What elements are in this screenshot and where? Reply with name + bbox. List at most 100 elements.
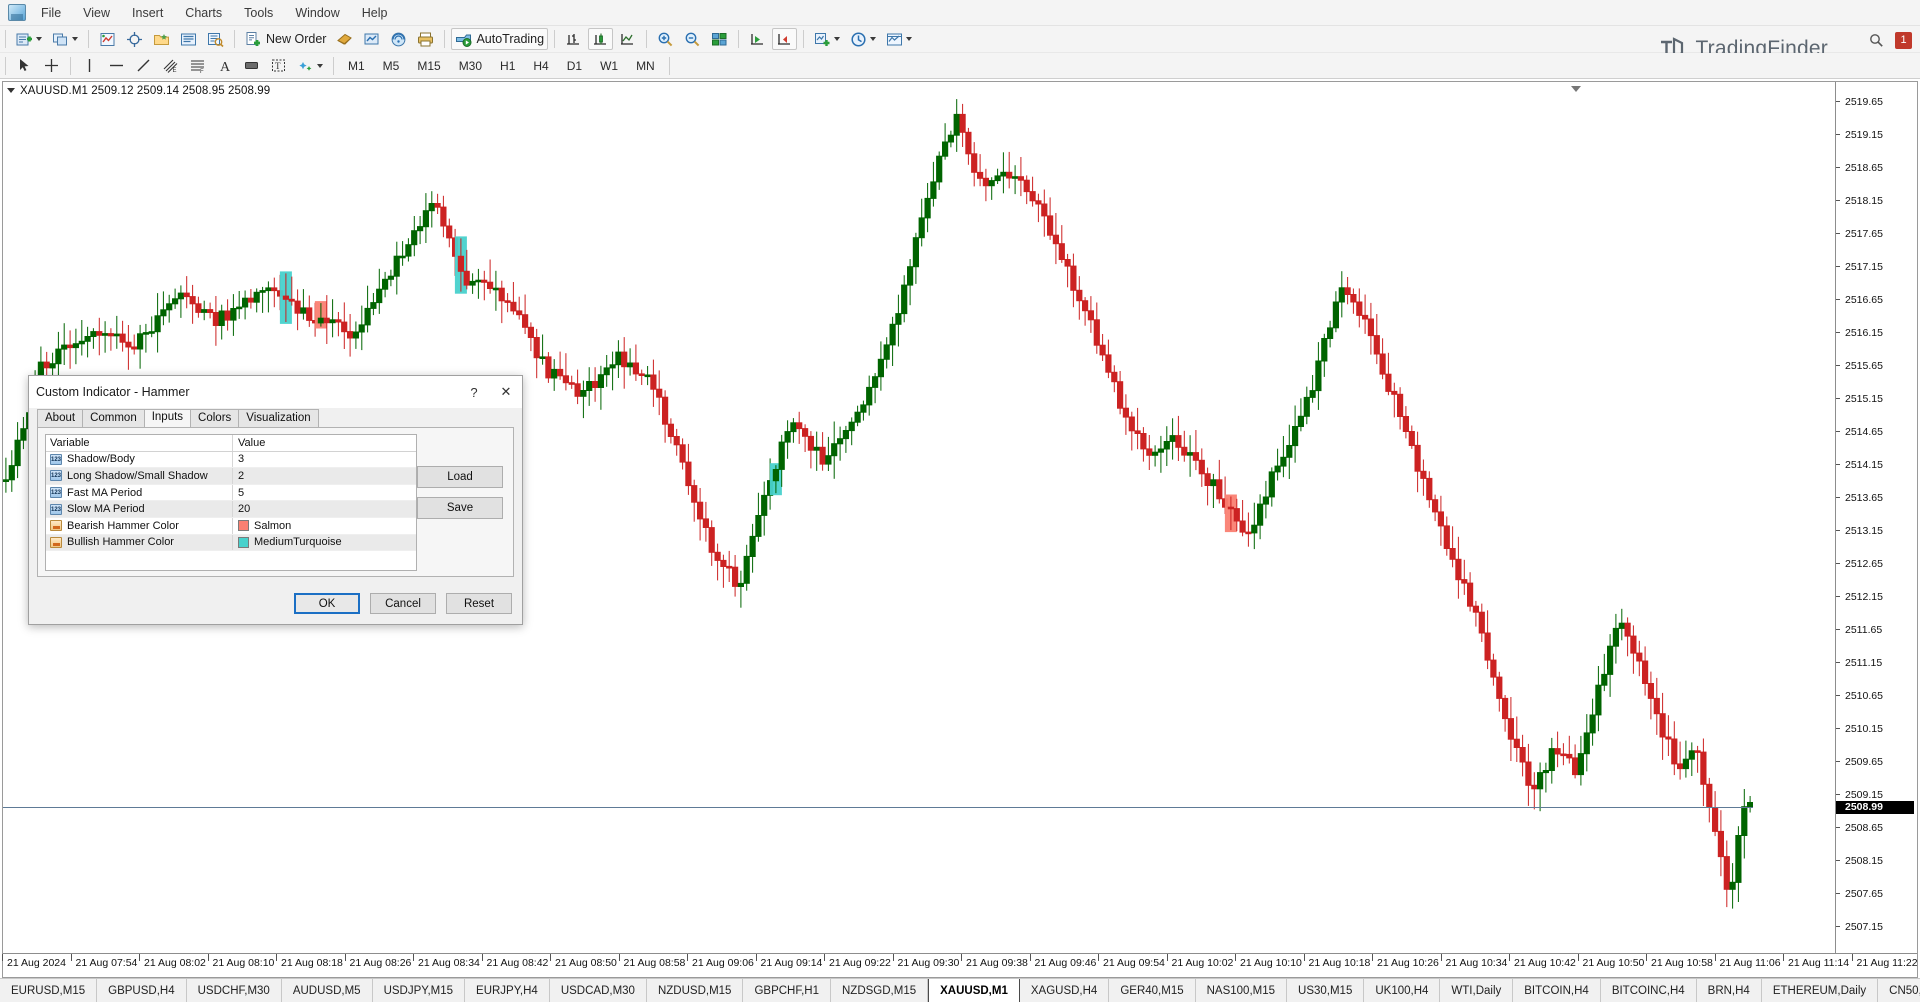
menu-item-charts[interactable]: Charts xyxy=(174,2,233,24)
variable-value-cell[interactable]: 20 xyxy=(233,501,416,517)
symbol-tab-bar[interactable]: EURUSD,M15GBPUSD,H4USDCHF,M30AUDUSD,M5US… xyxy=(0,978,1920,1002)
market-watch-button[interactable] xyxy=(95,28,120,50)
text-button[interactable]: A xyxy=(212,55,237,77)
symbol-tab[interactable]: ETHEREUM,Daily xyxy=(1762,979,1878,1002)
menu-item-view[interactable]: View xyxy=(72,2,121,24)
search-icon[interactable] xyxy=(1867,31,1885,49)
profiles-button[interactable] xyxy=(48,28,82,50)
timeframe-h1[interactable]: H1 xyxy=(492,56,523,76)
horizontal-line-button[interactable] xyxy=(104,55,129,77)
symbol-tab[interactable]: NAS100,M15 xyxy=(1196,979,1287,1002)
line-chart-button[interactable] xyxy=(615,28,640,50)
symbol-tab[interactable]: UK100,H4 xyxy=(1364,979,1440,1002)
close-icon[interactable]: ✕ xyxy=(490,377,522,407)
strategy-tester-button[interactable] xyxy=(359,28,384,50)
symbol-tab[interactable]: USDCAD,M30 xyxy=(550,979,647,1002)
timeframe-m15[interactable]: M15 xyxy=(409,56,448,76)
candlestick-chart-button[interactable] xyxy=(588,28,613,50)
symbol-tab[interactable]: USDJPY,M15 xyxy=(373,979,465,1002)
menu-item-insert[interactable]: Insert xyxy=(121,2,174,24)
grid-row[interactable]: Bullish Hammer ColorMediumTurquoise xyxy=(46,535,416,552)
signals-button[interactable] xyxy=(386,28,411,50)
zoom-in-button[interactable] xyxy=(653,28,678,50)
save-button[interactable]: Save xyxy=(417,497,503,519)
grid-row[interactable]: 123Long Shadow/Small Shadow2 xyxy=(46,468,416,485)
trendline-button[interactable] xyxy=(131,55,156,77)
symbol-tab[interactable]: BITCOINC,H4 xyxy=(1601,979,1697,1002)
periods-button[interactable] xyxy=(846,28,880,50)
symbol-tab[interactable]: CN50,M15 xyxy=(1878,979,1920,1002)
timeframe-m5[interactable]: M5 xyxy=(375,56,408,76)
dialog-tab-strip[interactable]: AboutCommonInputsColorsVisualization xyxy=(37,409,318,427)
symbol-tab[interactable]: XAGUSD,H4 xyxy=(1020,979,1109,1002)
cursor-button[interactable] xyxy=(12,55,37,77)
equidistant-channel-button[interactable]: E xyxy=(158,55,183,77)
symbol-tab[interactable]: BITCOIN,H4 xyxy=(1513,979,1601,1002)
templates-button[interactable] xyxy=(882,28,916,50)
new-order-button[interactable]: New Order xyxy=(241,28,330,50)
fibonacci-button[interactable]: F xyxy=(185,55,210,77)
menu-item-tools[interactable]: Tools xyxy=(233,2,284,24)
timeframe-mn[interactable]: MN xyxy=(628,56,663,76)
grid-row[interactable]: Bearish Hammer ColorSalmon xyxy=(46,518,416,535)
symbol-tab[interactable]: GBPUSD,H4 xyxy=(97,979,186,1002)
reset-button[interactable]: Reset xyxy=(446,593,512,614)
symbol-tab[interactable]: EURJPY,H4 xyxy=(465,979,550,1002)
label-button[interactable] xyxy=(239,55,264,77)
vertical-line-button[interactable] xyxy=(77,55,102,77)
autotrading-button[interactable]: AutoTrading xyxy=(451,28,548,50)
help-icon[interactable]: ? xyxy=(458,377,490,407)
text-label-button[interactable]: T xyxy=(266,55,291,77)
timeframe-d1[interactable]: D1 xyxy=(559,56,590,76)
variable-value-cell[interactable]: 3 xyxy=(233,452,416,468)
load-button[interactable]: Load xyxy=(417,466,503,488)
timeframe-w1[interactable]: W1 xyxy=(592,56,626,76)
dialog-tab-inputs[interactable]: Inputs xyxy=(144,409,191,427)
symbol-tab[interactable]: US30,M15 xyxy=(1287,979,1364,1002)
grid-row[interactable]: 123Shadow/Body3 xyxy=(46,452,416,469)
zoom-out-button[interactable] xyxy=(680,28,705,50)
crosshair-tool-button[interactable] xyxy=(39,55,64,77)
time-axis[interactable]: 21 Aug 202421 Aug 07:5421 Aug 08:0221 Au… xyxy=(3,953,1917,977)
timeframe-m1[interactable]: M1 xyxy=(340,56,373,76)
symbol-tab[interactable]: NZDUSD,M15 xyxy=(647,979,743,1002)
auto-scroll-button[interactable] xyxy=(772,28,797,50)
symbol-tab[interactable]: EURUSD,M15 xyxy=(0,979,97,1002)
symbol-tab[interactable]: AUDUSD,M5 xyxy=(282,979,373,1002)
dialog-title-bar[interactable]: Custom Indicator - Hammer ? ✕ xyxy=(29,376,522,408)
terminal-button[interactable] xyxy=(176,28,201,50)
symbol-tab[interactable]: GER40,M15 xyxy=(1109,979,1195,1002)
grid-row[interactable]: 123Slow MA Period20 xyxy=(46,501,416,518)
timeframe-m30[interactable]: M30 xyxy=(451,56,490,76)
notification-badge[interactable]: 1 xyxy=(1895,32,1912,49)
symbol-tab[interactable]: BRN,H4 xyxy=(1697,979,1762,1002)
crosshair-button[interactable] xyxy=(122,28,147,50)
data-window-button[interactable] xyxy=(203,28,228,50)
dialog-tab-common[interactable]: Common xyxy=(82,409,145,427)
bar-chart-button[interactable] xyxy=(561,28,586,50)
variable-value-cell[interactable]: Salmon xyxy=(233,518,416,534)
indicators-button[interactable] xyxy=(810,28,844,50)
symbol-tab[interactable]: GBPCHF,H1 xyxy=(743,979,831,1002)
new-chart-button[interactable] xyxy=(12,28,46,50)
ok-button[interactable]: OK xyxy=(294,593,360,614)
variable-value-cell[interactable]: MediumTurquoise xyxy=(233,535,416,551)
dialog-tab-colors[interactable]: Colors xyxy=(190,409,239,427)
timeframe-h4[interactable]: H4 xyxy=(525,56,556,76)
dialog-tab-about[interactable]: About xyxy=(37,409,83,427)
variable-value-cell[interactable]: 5 xyxy=(233,485,416,501)
navigator-button[interactable] xyxy=(149,28,174,50)
shift-end-button[interactable] xyxy=(745,28,770,50)
tile-windows-button[interactable] xyxy=(707,28,732,50)
price-axis[interactable]: 2519.652519.152518.652518.152517.652517.… xyxy=(1835,82,1917,953)
cancel-button[interactable]: Cancel xyxy=(370,593,436,614)
symbol-tab[interactable]: WTI,Daily xyxy=(1440,979,1513,1002)
menu-item-file[interactable]: File xyxy=(30,2,72,24)
symbol-tab[interactable]: USDCHF,M30 xyxy=(187,979,282,1002)
symbol-tab[interactable]: XAUUSD,M1 xyxy=(928,978,1020,1002)
inputs-grid[interactable]: VariableValue123Shadow/Body3123Long Shad… xyxy=(45,434,417,571)
menu-item-window[interactable]: Window xyxy=(284,2,350,24)
variable-value-cell[interactable]: 2 xyxy=(233,468,416,484)
print-button[interactable] xyxy=(413,28,438,50)
symbol-tab[interactable]: NZDSGD,M15 xyxy=(831,979,928,1002)
